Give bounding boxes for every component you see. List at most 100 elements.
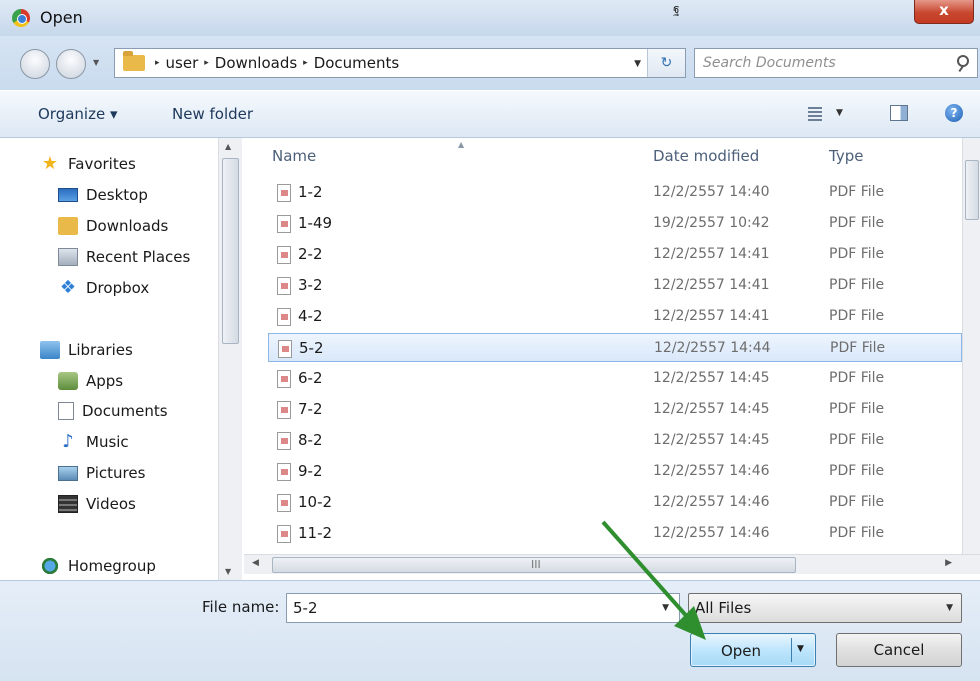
file-type-select[interactable]: All Files ▼: [688, 593, 962, 623]
file-list-scroll-thumb[interactable]: [965, 160, 979, 220]
pdf-file-icon: [277, 525, 291, 543]
file-list-horizontal-scrollbar[interactable]: ◀ III ▶: [244, 554, 980, 574]
file-row[interactable]: 9-2 12/2/2557 14:46 PDF File: [268, 457, 962, 486]
breadcrumb-separator-icon[interactable]: ▸: [204, 58, 209, 68]
file-name-input[interactable]: [293, 598, 633, 618]
file-date-modified: 12/2/2557 14:40: [653, 184, 770, 200]
sidebar-item-homegroup[interactable]: Homegroup: [40, 557, 156, 575]
file-row[interactable]: 10-2 12/2/2557 14:46 PDF File: [268, 488, 962, 517]
sidebar-item-documents[interactable]: Documents: [58, 402, 168, 420]
title-bar: Open ฐ x: [0, 0, 980, 36]
breadcrumb-documents[interactable]: Documents: [314, 54, 400, 72]
file-name: 9-2: [298, 462, 323, 480]
sidebar-scrollbar[interactable]: ▲ ▼: [218, 138, 242, 580]
organize-button[interactable]: Organize ▾: [38, 105, 118, 123]
pdf-file-icon: [277, 370, 291, 388]
search-box[interactable]: [694, 48, 978, 78]
file-type-dropdown-icon[interactable]: ▼: [946, 603, 953, 613]
back-button[interactable]: [20, 49, 50, 79]
sidebar-item-label: Favorites: [68, 155, 136, 173]
address-dropdown-icon[interactable]: ▼: [634, 59, 641, 69]
sidebar-item-apps[interactable]: Apps: [58, 372, 123, 390]
column-header-date-modified[interactable]: Date modified: [653, 147, 759, 165]
pdf-file-icon: [277, 184, 291, 202]
address-bar[interactable]: ▸ user ▸ Downloads ▸ Documents ▼ ↻: [114, 48, 686, 78]
new-folder-button[interactable]: New folder: [172, 105, 253, 123]
downloads-icon: [58, 217, 78, 235]
file-row[interactable]: 6-2 12/2/2557 14:45 PDF File: [268, 364, 962, 393]
chrome-icon: [12, 9, 30, 27]
breadcrumb-user[interactable]: user: [166, 54, 199, 72]
file-row[interactable]: 8-2 12/2/2557 14:45 PDF File: [268, 426, 962, 455]
close-button[interactable]: x: [914, 0, 974, 24]
view-dropdown-icon[interactable]: ▼: [836, 108, 843, 118]
sidebar-item-label: Music: [86, 433, 129, 451]
search-input[interactable]: [703, 53, 943, 73]
file-row[interactable]: 1-2 12/2/2557 14:40 PDF File: [268, 178, 962, 207]
file-type: PDF File: [829, 401, 885, 417]
file-date-modified: 12/2/2557 14:46: [653, 494, 770, 510]
help-icon[interactable]: ?: [945, 104, 963, 122]
file-name-combobox[interactable]: ▼: [286, 593, 680, 623]
file-row[interactable]: 5-2 12/2/2557 14:44 PDF File: [268, 333, 962, 362]
column-header-type[interactable]: Type: [829, 147, 863, 165]
sidebar-item-downloads[interactable]: Downloads: [58, 217, 168, 235]
search-icon[interactable]: [957, 55, 969, 67]
dialog-footer: File name: ▼ All Files ▼ Open ▼ Cancel: [0, 580, 980, 681]
sidebar-item-label: Recent Places: [86, 248, 191, 266]
sidebar-item-desktop[interactable]: Desktop: [58, 186, 148, 204]
refresh-button[interactable]: ↻: [647, 49, 685, 77]
pdf-file-icon: [278, 340, 292, 358]
file-date-modified: 12/2/2557 14:45: [653, 432, 770, 448]
music-icon: ♪: [62, 431, 74, 452]
sidebar-item-pictures[interactable]: Pictures: [58, 464, 145, 482]
scroll-up-icon[interactable]: ▲: [225, 142, 231, 151]
recent-pages-dropdown-icon[interactable]: ▼: [93, 58, 103, 68]
file-row[interactable]: 2-2 12/2/2557 14:41 PDF File: [268, 240, 962, 269]
sidebar-item-videos[interactable]: Videos: [58, 495, 136, 513]
column-header-name[interactable]: Name: [272, 147, 316, 165]
file-type-value: All Files: [695, 599, 752, 617]
open-dropdown-icon[interactable]: ▼: [797, 644, 804, 654]
file-row[interactable]: 4-2 12/2/2557 14:41 PDF File: [268, 302, 962, 331]
open-button[interactable]: Open ▼: [690, 633, 816, 667]
sidebar-item-label: Dropbox: [86, 279, 150, 297]
sidebar-item-libraries[interactable]: Libraries: [40, 341, 133, 359]
file-name: 1-49: [298, 214, 333, 232]
sidebar-item-label: Documents: [82, 402, 168, 420]
sidebar-item-music[interactable]: ♪ Music: [58, 431, 129, 452]
file-row[interactable]: 7-2 12/2/2557 14:45 PDF File: [268, 395, 962, 424]
file-list-vertical-scrollbar[interactable]: [962, 138, 980, 554]
cancel-button[interactable]: Cancel: [836, 633, 962, 667]
file-date-modified: 12/2/2557 14:41: [653, 277, 770, 293]
forward-button[interactable]: [56, 49, 86, 79]
file-row[interactable]: 1-49 19/2/2557 10:42 PDF File: [268, 209, 962, 238]
pdf-file-icon: [277, 401, 291, 419]
scroll-down-icon[interactable]: ▼: [225, 567, 231, 576]
sidebar-item-label: Downloads: [86, 217, 169, 235]
breadcrumb-separator-icon[interactable]: ▸: [155, 58, 160, 68]
scroll-right-icon[interactable]: ▶: [945, 558, 952, 568]
sidebar-item-favorites[interactable]: ★ Favorites: [40, 155, 136, 174]
file-row[interactable]: 3-2 12/2/2557 14:41 PDF File: [268, 271, 962, 300]
scroll-grip-icon: III: [531, 558, 541, 571]
breadcrumb-separator-icon[interactable]: ▸: [303, 58, 308, 68]
scroll-left-icon[interactable]: ◀: [252, 558, 259, 568]
sidebar-item-recent-places[interactable]: Recent Places: [58, 248, 190, 266]
preview-pane-icon[interactable]: [890, 105, 908, 121]
file-name-dropdown-icon[interactable]: ▼: [662, 603, 669, 613]
change-view-icon[interactable]: [808, 107, 822, 121]
file-row[interactable]: 11-2 12/2/2557 14:46 PDF File: [268, 519, 962, 548]
file-type: PDF File: [829, 494, 885, 510]
sidebar-item-dropbox[interactable]: ❖ Dropbox: [58, 279, 150, 298]
address-row: ▼ ▸ user ▸ Downloads ▸ Documents ▼ ↻: [0, 36, 980, 90]
file-type: PDF File: [829, 215, 885, 231]
pdf-file-icon: [277, 277, 291, 295]
sidebar-scroll-thumb[interactable]: [222, 158, 239, 344]
sidebar-item-label: Desktop: [86, 186, 148, 204]
breadcrumb-downloads[interactable]: Downloads: [215, 54, 297, 72]
libraries-icon: [40, 341, 60, 359]
horizontal-scroll-thumb[interactable]: III: [272, 557, 796, 573]
file-date-modified: 12/2/2557 14:46: [653, 463, 770, 479]
documents-icon: [58, 402, 74, 420]
